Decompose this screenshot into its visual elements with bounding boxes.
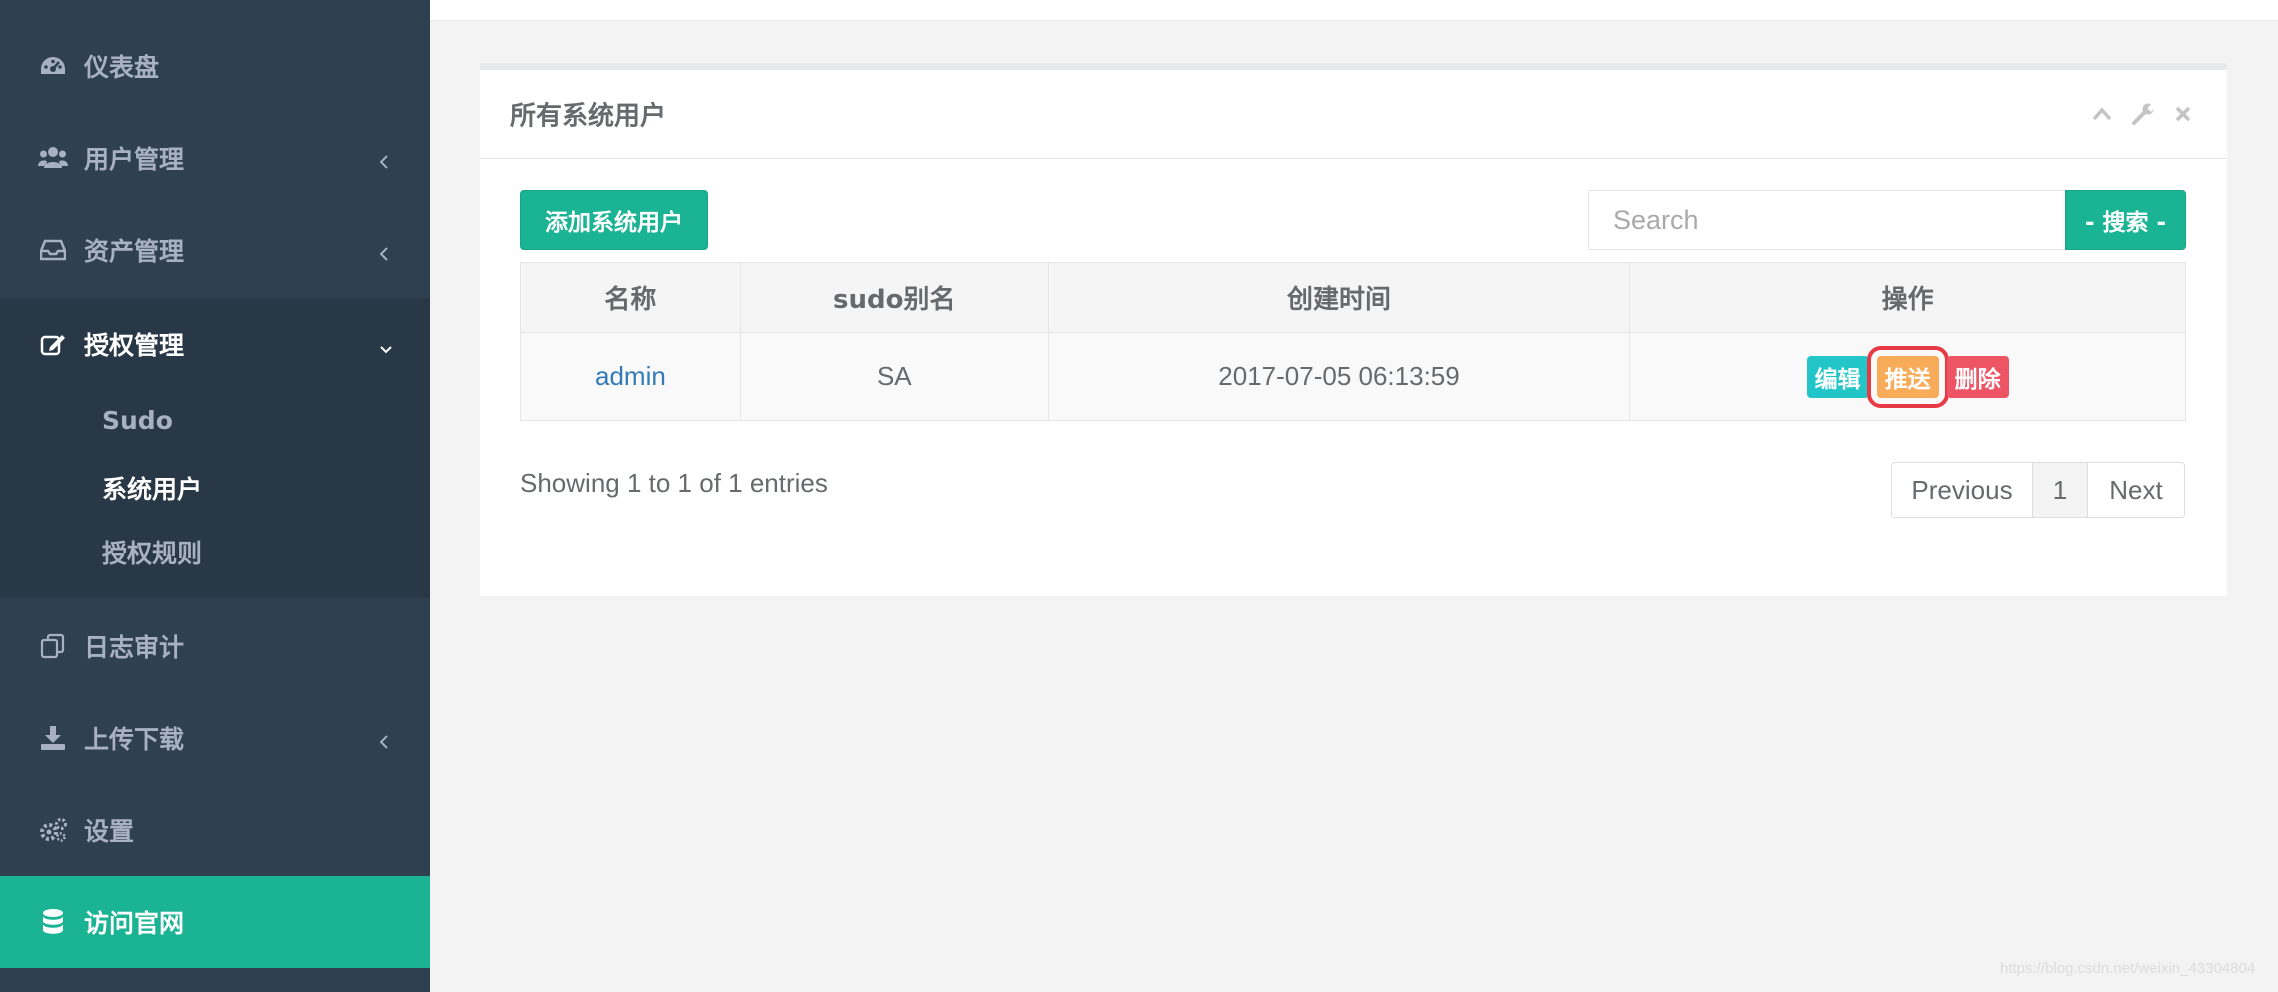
gears-icon: [38, 815, 68, 845]
chevron-left-icon: [378, 240, 392, 261]
row-actions: 编辑 推送 删除: [1630, 345, 2185, 408]
sidebar-item-authorization[interactable]: 授权管理: [0, 298, 430, 390]
sidebar-item-label: 设置: [84, 817, 135, 846]
chevron-up-icon[interactable]: [2089, 101, 2115, 127]
copy-icon: [38, 631, 68, 661]
sidebar-item-dashboard[interactable]: 仪表盘: [0, 20, 430, 112]
authorization-submenu: Sudo 系统用户 授权规则: [0, 390, 430, 598]
submenu-item-system-users[interactable]: 系统用户: [102, 470, 202, 506]
cell-actions: 编辑 推送 删除: [1629, 332, 2186, 421]
top-navbar: [430, 0, 2278, 21]
column-header-actions: 操作: [1629, 262, 2186, 333]
sidebar-item-label: 日志审计: [84, 633, 185, 662]
sidebar-item-upload-download[interactable]: 上传下载: [0, 692, 430, 784]
pagination: Previous 1 Next: [1891, 462, 2185, 518]
sidebar-item-label: 访问官网: [84, 909, 185, 938]
table-header-row: 名称 sudo别名 创建时间 操作: [520, 262, 2186, 333]
sidebar-item-official-site[interactable]: 访问官网: [0, 876, 430, 968]
sidebar: 仪表盘 用户管理 资产管理 授权管理 Sudo 系统用户 授权规则 日志审计 上…: [0, 0, 430, 992]
sidebar-item-settings[interactable]: 设置: [0, 784, 430, 876]
page-title: 所有系统用户: [510, 101, 667, 132]
page-1-button[interactable]: 1: [2033, 463, 2088, 517]
delete-button[interactable]: 删除: [1946, 355, 2009, 398]
sidebar-item-label: 授权管理: [84, 331, 185, 360]
panel-header: 所有系统用户: [480, 70, 2227, 159]
sidebar-item-label: 仪表盘: [84, 53, 160, 82]
sidebar-item-label: 用户管理: [84, 145, 185, 174]
dashboard-icon: [38, 51, 68, 81]
column-header-name[interactable]: 名称: [520, 262, 741, 333]
cell-sudo: SA: [739, 332, 1049, 421]
submenu-item-auth-rules[interactable]: 授权规则: [102, 534, 202, 570]
table-row: admin SA 2017-07-05 06:13:59 编辑 推送 删除: [520, 332, 2186, 421]
watermark: https://blog.csdn.net/weixin_43304804: [2000, 960, 2256, 977]
chevron-left-icon: [378, 728, 392, 749]
cell-created: 2017-07-05 06:13:59: [1047, 332, 1631, 421]
user-name-link[interactable]: admin: [595, 361, 666, 391]
submenu-item-sudo[interactable]: Sudo: [102, 406, 173, 435]
search-input[interactable]: [1588, 190, 2066, 250]
next-page-button[interactable]: Next: [2088, 463, 2184, 517]
sidebar-item-label: 资产管理: [84, 237, 185, 266]
users-icon: [38, 143, 68, 173]
system-users-panel: 所有系统用户 添加系统用户 - 搜索 - 名称 sudo别名 创建时间 操作 a…: [480, 63, 2227, 596]
add-system-user-button[interactable]: 添加系统用户: [520, 190, 708, 250]
inbox-icon: [38, 235, 68, 265]
search-button[interactable]: - 搜索 -: [2065, 190, 2186, 250]
chevron-left-icon: [378, 148, 392, 169]
sidebar-item-assets[interactable]: 资产管理: [0, 204, 430, 296]
download-icon: [38, 723, 68, 753]
sidebar-item-logs[interactable]: 日志审计: [0, 600, 430, 692]
sidebar-item-users[interactable]: 用户管理: [0, 112, 430, 204]
column-header-sudo[interactable]: sudo别名: [739, 262, 1049, 333]
column-header-created[interactable]: 创建时间: [1047, 262, 1631, 333]
sidebar-item-label: 上传下载: [84, 725, 185, 754]
table-info: Showing 1 to 1 of 1 entries: [520, 468, 828, 498]
push-button[interactable]: 推送: [1866, 345, 1949, 408]
chevron-down-icon: [378, 334, 392, 354]
wrench-icon[interactable]: [2130, 101, 2156, 127]
database-icon: [38, 907, 68, 937]
previous-page-button[interactable]: Previous: [1892, 463, 2033, 517]
edit-icon: [38, 329, 68, 359]
system-users-table: 名称 sudo别名 创建时间 操作 admin SA 2017-07-05 06…: [520, 262, 2186, 421]
close-icon[interactable]: [2170, 101, 2196, 127]
cell-name: admin: [520, 332, 741, 421]
edit-button[interactable]: 编辑: [1806, 355, 1869, 398]
